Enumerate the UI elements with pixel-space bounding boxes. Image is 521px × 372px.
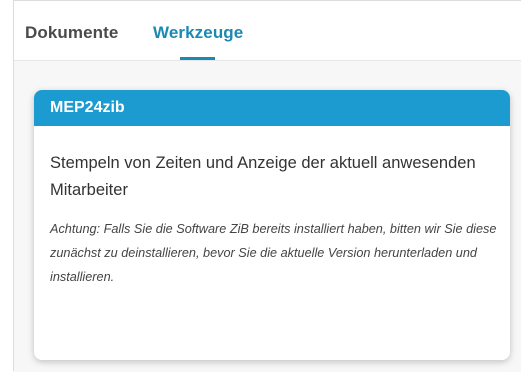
tab-bar: Dokumente Werkzeuge [14,1,521,61]
card-subtitle: Stempeln von Zeiten und Anzeige der aktu… [50,154,476,199]
page-frame: Dokumente Werkzeuge MEP24zib Stempeln vo… [13,0,521,372]
tab-werkzeuge[interactable]: Werkzeuge [153,23,243,43]
tab-dokumente[interactable]: Dokumente [25,23,118,43]
active-tab-indicator [180,57,215,60]
tab-content: MEP24zib Stempeln von Zeiten und Anzeige… [14,61,521,372]
card-note: Achtung: Falls Sie die Software ZiB bere… [50,222,497,284]
tool-card[interactable]: MEP24zib Stempeln von Zeiten und Anzeige… [34,90,510,360]
card-body: Stempeln von Zeiten und Anzeige der aktu… [50,150,498,289]
card-header: MEP24zib [34,90,510,126]
card-title: MEP24zib [50,99,125,116]
